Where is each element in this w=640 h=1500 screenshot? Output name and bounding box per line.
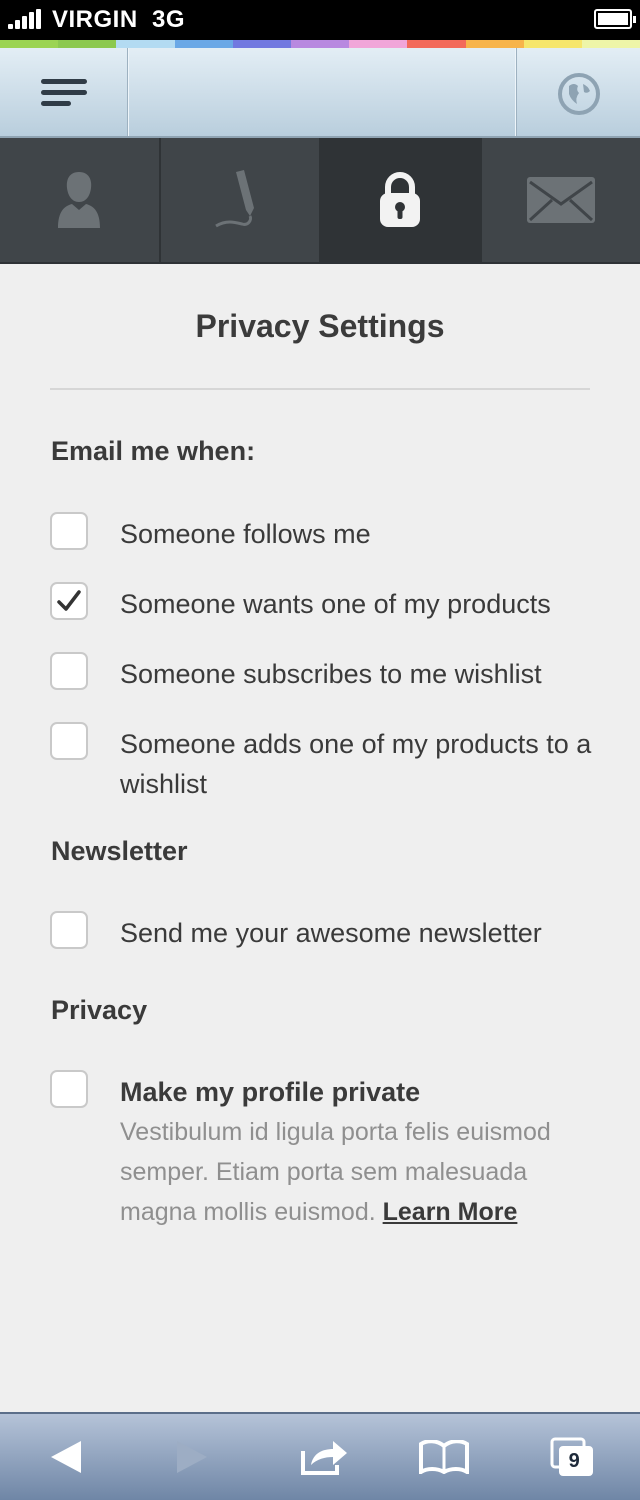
checkbox[interactable] (50, 1070, 88, 1108)
option-label: Someone adds one of my products to a wis… (120, 729, 592, 799)
checkbox[interactable] (50, 911, 88, 949)
share-icon (301, 1441, 347, 1475)
carrier-label: VIRGIN 3G (52, 6, 186, 33)
rainbow-segment (465, 40, 524, 48)
status-bar: VIRGIN 3G (0, 0, 640, 40)
privacy-section-heading: Privacy (51, 995, 148, 1025)
menu-button[interactable] (0, 48, 128, 136)
browser-toolbar: 9 (0, 1412, 640, 1500)
share-button[interactable] (274, 1414, 374, 1500)
email-section-heading: Email me when: (51, 436, 256, 466)
checkbox[interactable] (50, 722, 88, 760)
tab-edit[interactable] (161, 138, 321, 262)
user-icon (58, 172, 101, 228)
tab-profile[interactable] (0, 138, 161, 262)
checkbox-checked[interactable] (50, 582, 88, 620)
option-label: Someone subscribes to me wishlist (120, 659, 542, 689)
rainbow-segment (581, 40, 640, 48)
tabs-button[interactable]: 9 (522, 1414, 622, 1500)
page-title: Privacy Settings (195, 308, 445, 344)
option-label: Make my profile private (120, 1077, 421, 1107)
rainbow-segment (349, 40, 408, 48)
tab-messages[interactable] (482, 138, 640, 262)
header-bar (0, 48, 640, 138)
section-tabs (0, 138, 640, 264)
option-description: Vestibulum id ligula porta felis euismod… (120, 1112, 590, 1232)
lock-icon (380, 172, 421, 227)
globe-icon (558, 73, 600, 115)
learn-more-link[interactable]: Learn More (383, 1198, 518, 1226)
newsletter-section-heading: Newsletter (51, 836, 188, 866)
battery-icon (594, 9, 636, 29)
bookmarks-icon (419, 1440, 469, 1474)
rainbow-stripe (0, 40, 640, 48)
envelope-icon (526, 177, 595, 223)
back-arrow-icon (51, 1441, 81, 1473)
rainbow-segment (0, 40, 59, 48)
forward-arrow-icon (177, 1441, 207, 1473)
bookmarks-button[interactable] (394, 1414, 494, 1500)
checkbox[interactable] (50, 652, 88, 690)
tab-count-badge: 9 (568, 1450, 580, 1473)
option-label: Send me your awesome newsletter (120, 918, 542, 948)
rainbow-segment (58, 40, 117, 48)
checkbox[interactable] (50, 512, 88, 550)
rainbow-segment (116, 40, 175, 48)
globe-button[interactable] (516, 48, 640, 136)
rainbow-segment (290, 40, 350, 48)
signal-strength-icon (8, 9, 48, 29)
rainbow-segment (174, 40, 233, 48)
option-label: Someone wants one of my products (120, 589, 551, 619)
rainbow-segment (407, 40, 466, 48)
title-divider (50, 388, 590, 390)
forward-button[interactable] (142, 1414, 242, 1500)
option-label: Someone follows me (120, 519, 371, 549)
back-button[interactable] (16, 1414, 116, 1500)
hamburger-menu-icon (41, 79, 87, 107)
checkmark-icon (57, 590, 81, 611)
rainbow-segment (523, 40, 582, 48)
rainbow-segment (232, 40, 291, 48)
tab-privacy[interactable] (321, 138, 482, 262)
pen-icon (214, 170, 254, 228)
